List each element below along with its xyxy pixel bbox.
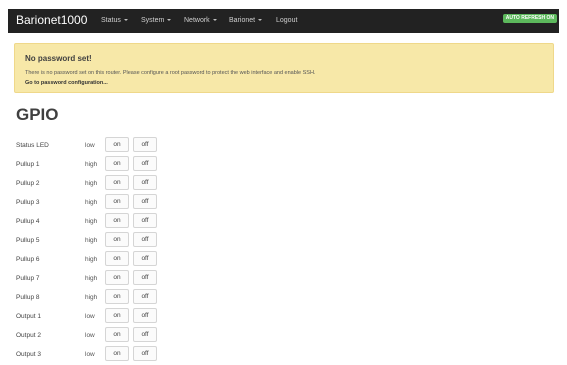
- on-button[interactable]: on: [105, 213, 129, 228]
- gpio-label: Pullup 7: [16, 275, 40, 282]
- on-button[interactable]: on: [105, 194, 129, 209]
- gpio-label: Pullup 1: [16, 161, 40, 168]
- gpio-row: Output 3 low on off: [0, 346, 567, 365]
- chevron-down-icon: [212, 19, 217, 22]
- gpio-label: Output 2: [16, 332, 41, 339]
- nav-barionet[interactable]: Barionet: [229, 17, 263, 24]
- nav-system[interactable]: System: [141, 17, 172, 24]
- gpio-label: Status LED: [16, 142, 49, 149]
- off-button[interactable]: off: [133, 308, 157, 323]
- gpio-row: Pullup 6 high on off: [0, 251, 567, 270]
- nav-status[interactable]: Status: [101, 17, 128, 24]
- gpio-state: high: [85, 275, 98, 282]
- gpio-row: Pullup 8 high on off: [0, 289, 567, 308]
- nav-network[interactable]: Network: [184, 17, 217, 24]
- gpio-state: high: [85, 256, 98, 263]
- gpio-label: Output 1: [16, 313, 41, 320]
- on-button[interactable]: on: [105, 232, 129, 247]
- gpio-row: Output 2 low on off: [0, 327, 567, 346]
- gpio-label: Pullup 3: [16, 199, 40, 206]
- gpio-row: Pullup 2 high on off: [0, 175, 567, 194]
- gpio-label: Pullup 2: [16, 180, 40, 187]
- alert-title: No password set!: [25, 54, 92, 63]
- nav-system-label: System: [141, 17, 165, 24]
- gpio-row: Pullup 1 high on off: [0, 156, 567, 175]
- off-button[interactable]: off: [133, 175, 157, 190]
- gpio-state: high: [85, 180, 98, 187]
- password-alert: No password set! There is no password se…: [14, 43, 554, 93]
- auto-refresh-toggle[interactable]: AUTO REFRESH ON: [502, 14, 557, 23]
- page-title: GPIO: [16, 105, 59, 124]
- top-navbar: Barionet1000 Status System Network Bario…: [8, 9, 559, 33]
- gpio-label: Pullup 4: [16, 218, 40, 225]
- gpio-row: Output 1 low on off: [0, 308, 567, 327]
- on-button[interactable]: on: [105, 308, 129, 323]
- gpio-state: low: [85, 351, 95, 358]
- nav-logout-label: Logout: [276, 17, 298, 24]
- gpio-label: Pullup 5: [16, 237, 40, 244]
- off-button[interactable]: off: [133, 194, 157, 209]
- gpio-state: low: [85, 313, 95, 320]
- off-button[interactable]: off: [133, 289, 157, 304]
- gpio-row: Pullup 5 high on off: [0, 232, 567, 251]
- gpio-state: low: [85, 142, 95, 149]
- gpio-label: Output 3: [16, 351, 41, 358]
- on-button[interactable]: on: [105, 251, 129, 266]
- off-button[interactable]: off: [133, 327, 157, 342]
- nav-network-label: Network: [184, 17, 210, 24]
- nav-barionet-label: Barionet: [229, 17, 256, 24]
- gpio-row: Status LED low on off: [0, 137, 567, 156]
- chevron-down-icon: [123, 19, 128, 22]
- gpio-state: high: [85, 161, 98, 168]
- nav-logout[interactable]: Logout: [276, 17, 297, 24]
- nav-status-label: Status: [101, 17, 121, 24]
- chevron-down-icon: [258, 19, 263, 22]
- on-button[interactable]: on: [105, 289, 129, 304]
- on-button[interactable]: on: [105, 327, 129, 342]
- gpio-state: high: [85, 237, 98, 244]
- gpio-row: Pullup 3 high on off: [0, 194, 567, 213]
- alert-text: There is no password set on this router.…: [25, 70, 316, 76]
- off-button[interactable]: off: [133, 213, 157, 228]
- gpio-state: low: [85, 332, 95, 339]
- on-button[interactable]: on: [105, 270, 129, 285]
- gpio-row: Pullup 4 high on off: [0, 213, 567, 232]
- brand-logo[interactable]: Barionet1000: [16, 13, 87, 27]
- gpio-label: Pullup 8: [16, 294, 40, 301]
- off-button[interactable]: off: [133, 251, 157, 266]
- on-button[interactable]: on: [105, 137, 129, 152]
- gpio-state: high: [85, 218, 98, 225]
- on-button[interactable]: on: [105, 156, 129, 171]
- chevron-down-icon: [167, 19, 172, 22]
- password-config-link[interactable]: Go to password configuration...: [25, 80, 108, 86]
- gpio-row: Pullup 7 high on off: [0, 270, 567, 289]
- off-button[interactable]: off: [133, 137, 157, 152]
- off-button[interactable]: off: [133, 156, 157, 171]
- off-button[interactable]: off: [133, 232, 157, 247]
- gpio-label: Pullup 6: [16, 256, 40, 263]
- gpio-state: high: [85, 294, 98, 301]
- on-button[interactable]: on: [105, 175, 129, 190]
- off-button[interactable]: off: [133, 270, 157, 285]
- gpio-state: high: [85, 199, 98, 206]
